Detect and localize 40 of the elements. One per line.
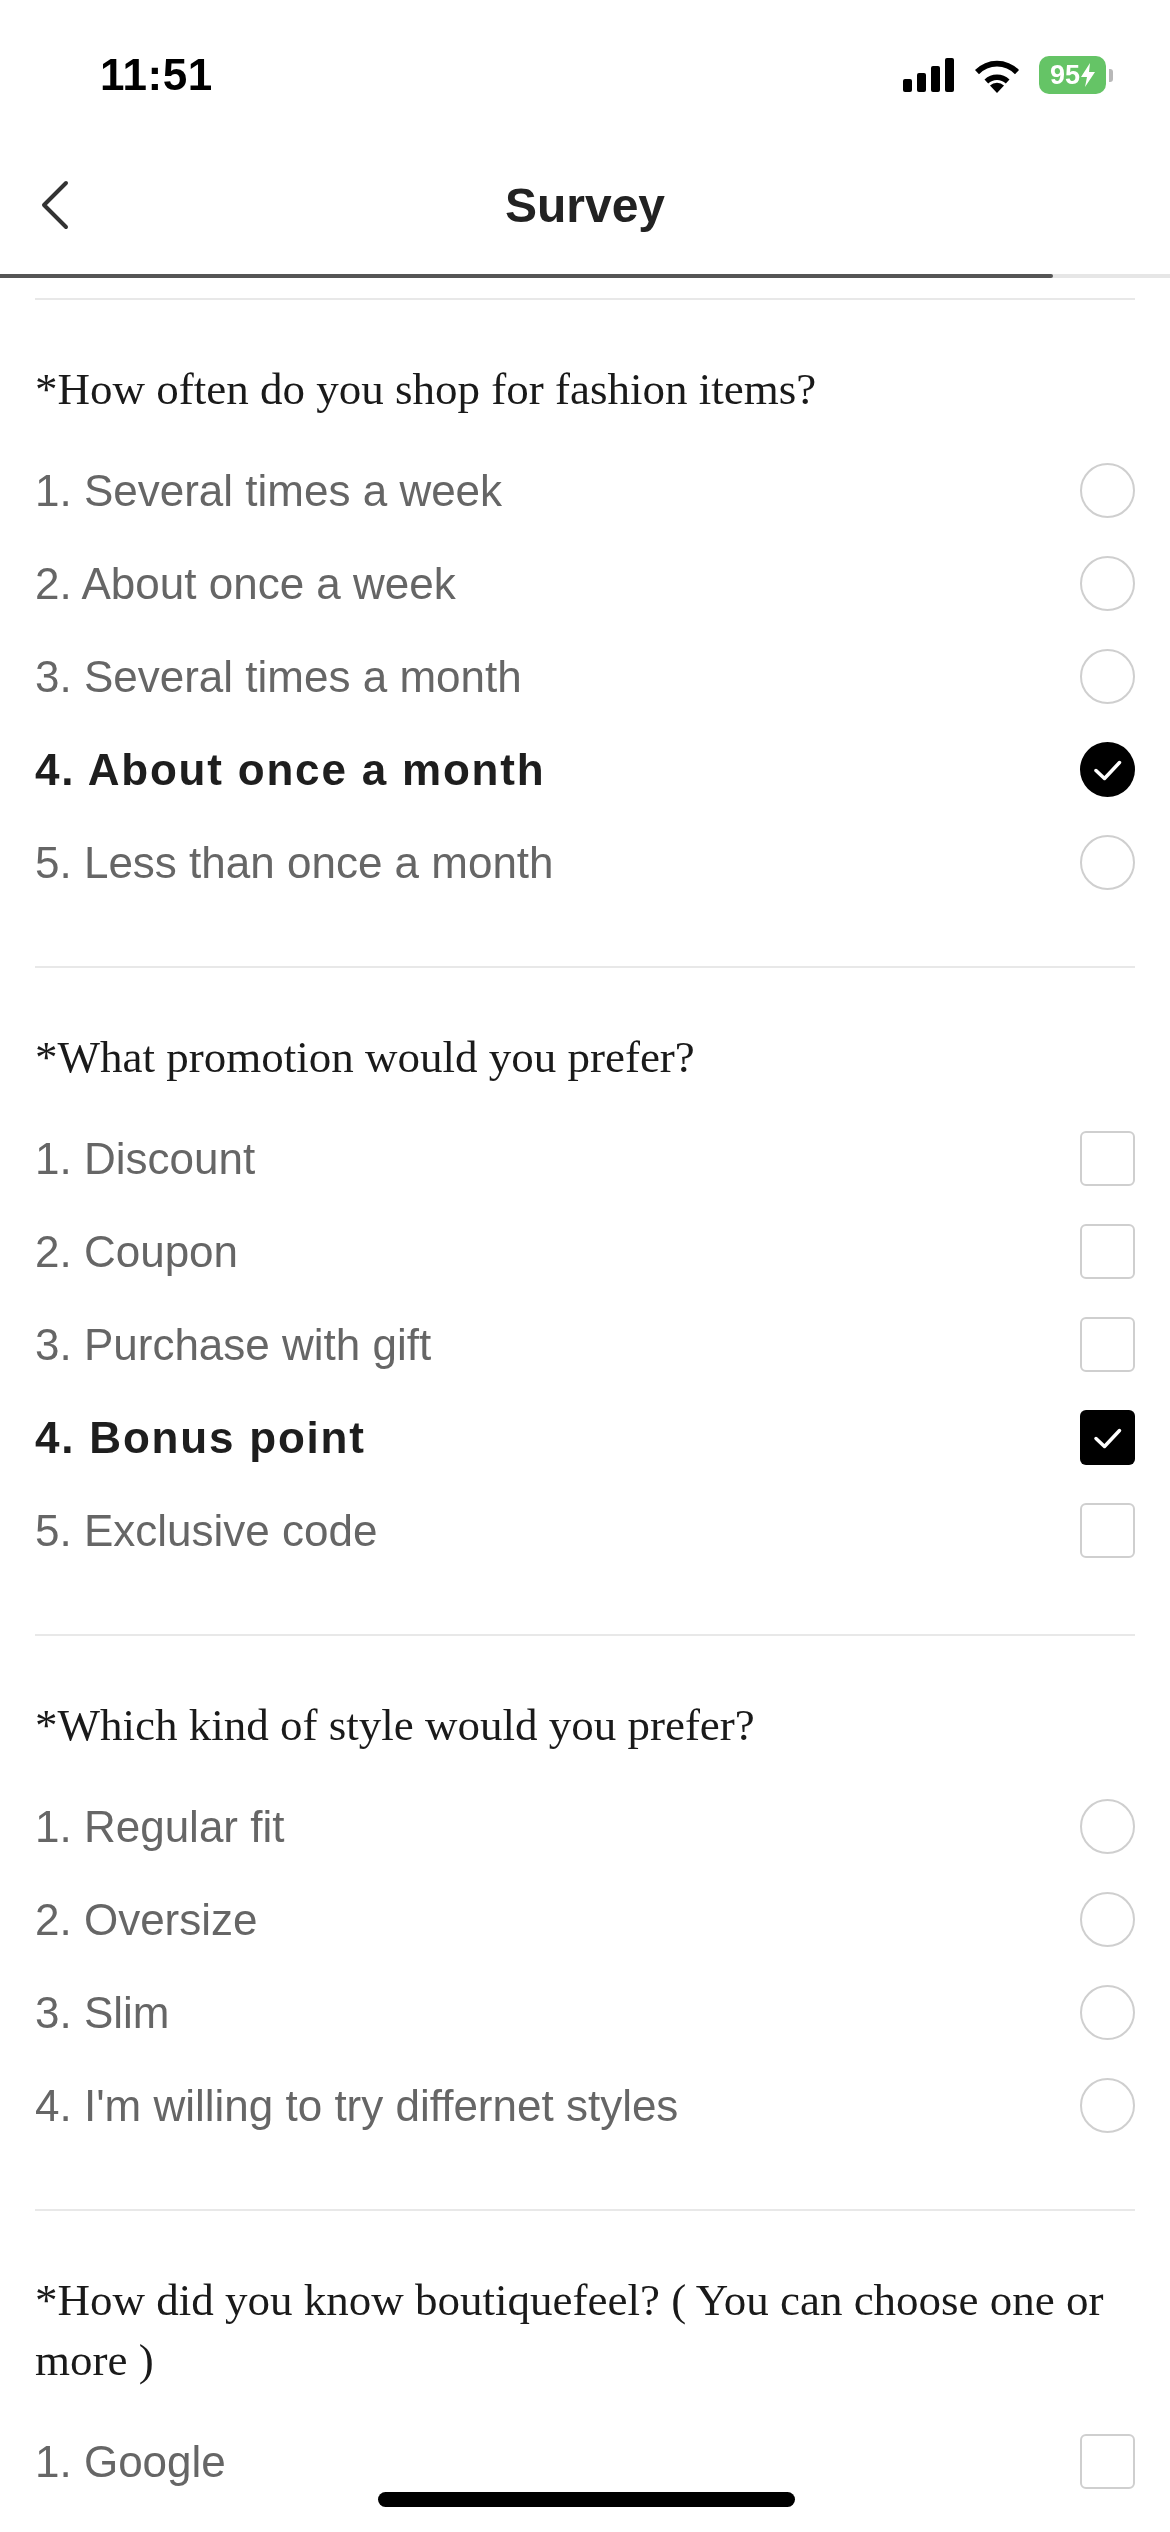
option-label[interactable]: 2. About once a week [35,558,456,609]
battery-percent: 95 [1049,61,1080,89]
option-label[interactable]: 5. Exclusive code [35,1505,378,1556]
checkbox[interactable] [1080,1224,1135,1279]
radio-button[interactable] [1080,835,1135,890]
page-title: Survey [504,177,666,233]
question-title: *How often do you shop for fashion items? [35,363,818,416]
option-label[interactable]: 1. Discount [35,1133,256,1184]
option-label[interactable]: 3. Several times a month [35,651,522,702]
option-label[interactable]: 4. I'm willing to try differnet styles [35,2080,679,2131]
checkbox[interactable] [1080,1317,1135,1372]
option-label[interactable]: 5. Less than once a month [35,837,554,888]
option-label[interactable]: 1. Several times a week [35,465,503,516]
option-label[interactable]: 4. About once a month [35,744,546,795]
status-time: 11:51 [100,50,213,100]
checkbox[interactable] [1080,1503,1135,1558]
radio-button[interactable] [1080,649,1135,704]
question-title: *What promotion would you prefer? [35,1031,696,1084]
checkbox[interactable] [1080,2434,1135,2489]
option-label[interactable]: 2. Coupon [35,1226,239,1277]
radio-button[interactable] [1080,1985,1135,2040]
checkbox[interactable] [1080,1410,1135,1465]
radio-button[interactable] [1080,463,1135,518]
option-label[interactable]: 4. Bonus point [35,1412,366,1463]
option-label[interactable]: 3. Purchase with gift [35,1319,432,1370]
radio-button[interactable] [1080,556,1135,611]
radio-button[interactable] [1080,2078,1135,2133]
option-label[interactable]: 2. Oversize [35,1894,258,1945]
cellular-signal-icon [903,58,955,92]
radio-button[interactable] [1080,1799,1135,1854]
radio-button[interactable] [1080,742,1135,797]
back-button[interactable] [40,180,70,230]
checkbox[interactable] [1080,1131,1135,1186]
radio-button[interactable] [1080,1892,1135,1947]
option-label[interactable]: 1. Google [35,2436,226,2487]
option-label[interactable]: 3. Slim [35,1987,170,2038]
question-title: *How did you know boutiquefeel? ( You can choose one or more ) [35,2274,1105,2387]
chevron-left-icon [40,180,70,230]
question-title: *Which kind of style would you prefer? [35,1699,756,1752]
option-label[interactable]: 1. Regular fit [35,1801,285,1852]
